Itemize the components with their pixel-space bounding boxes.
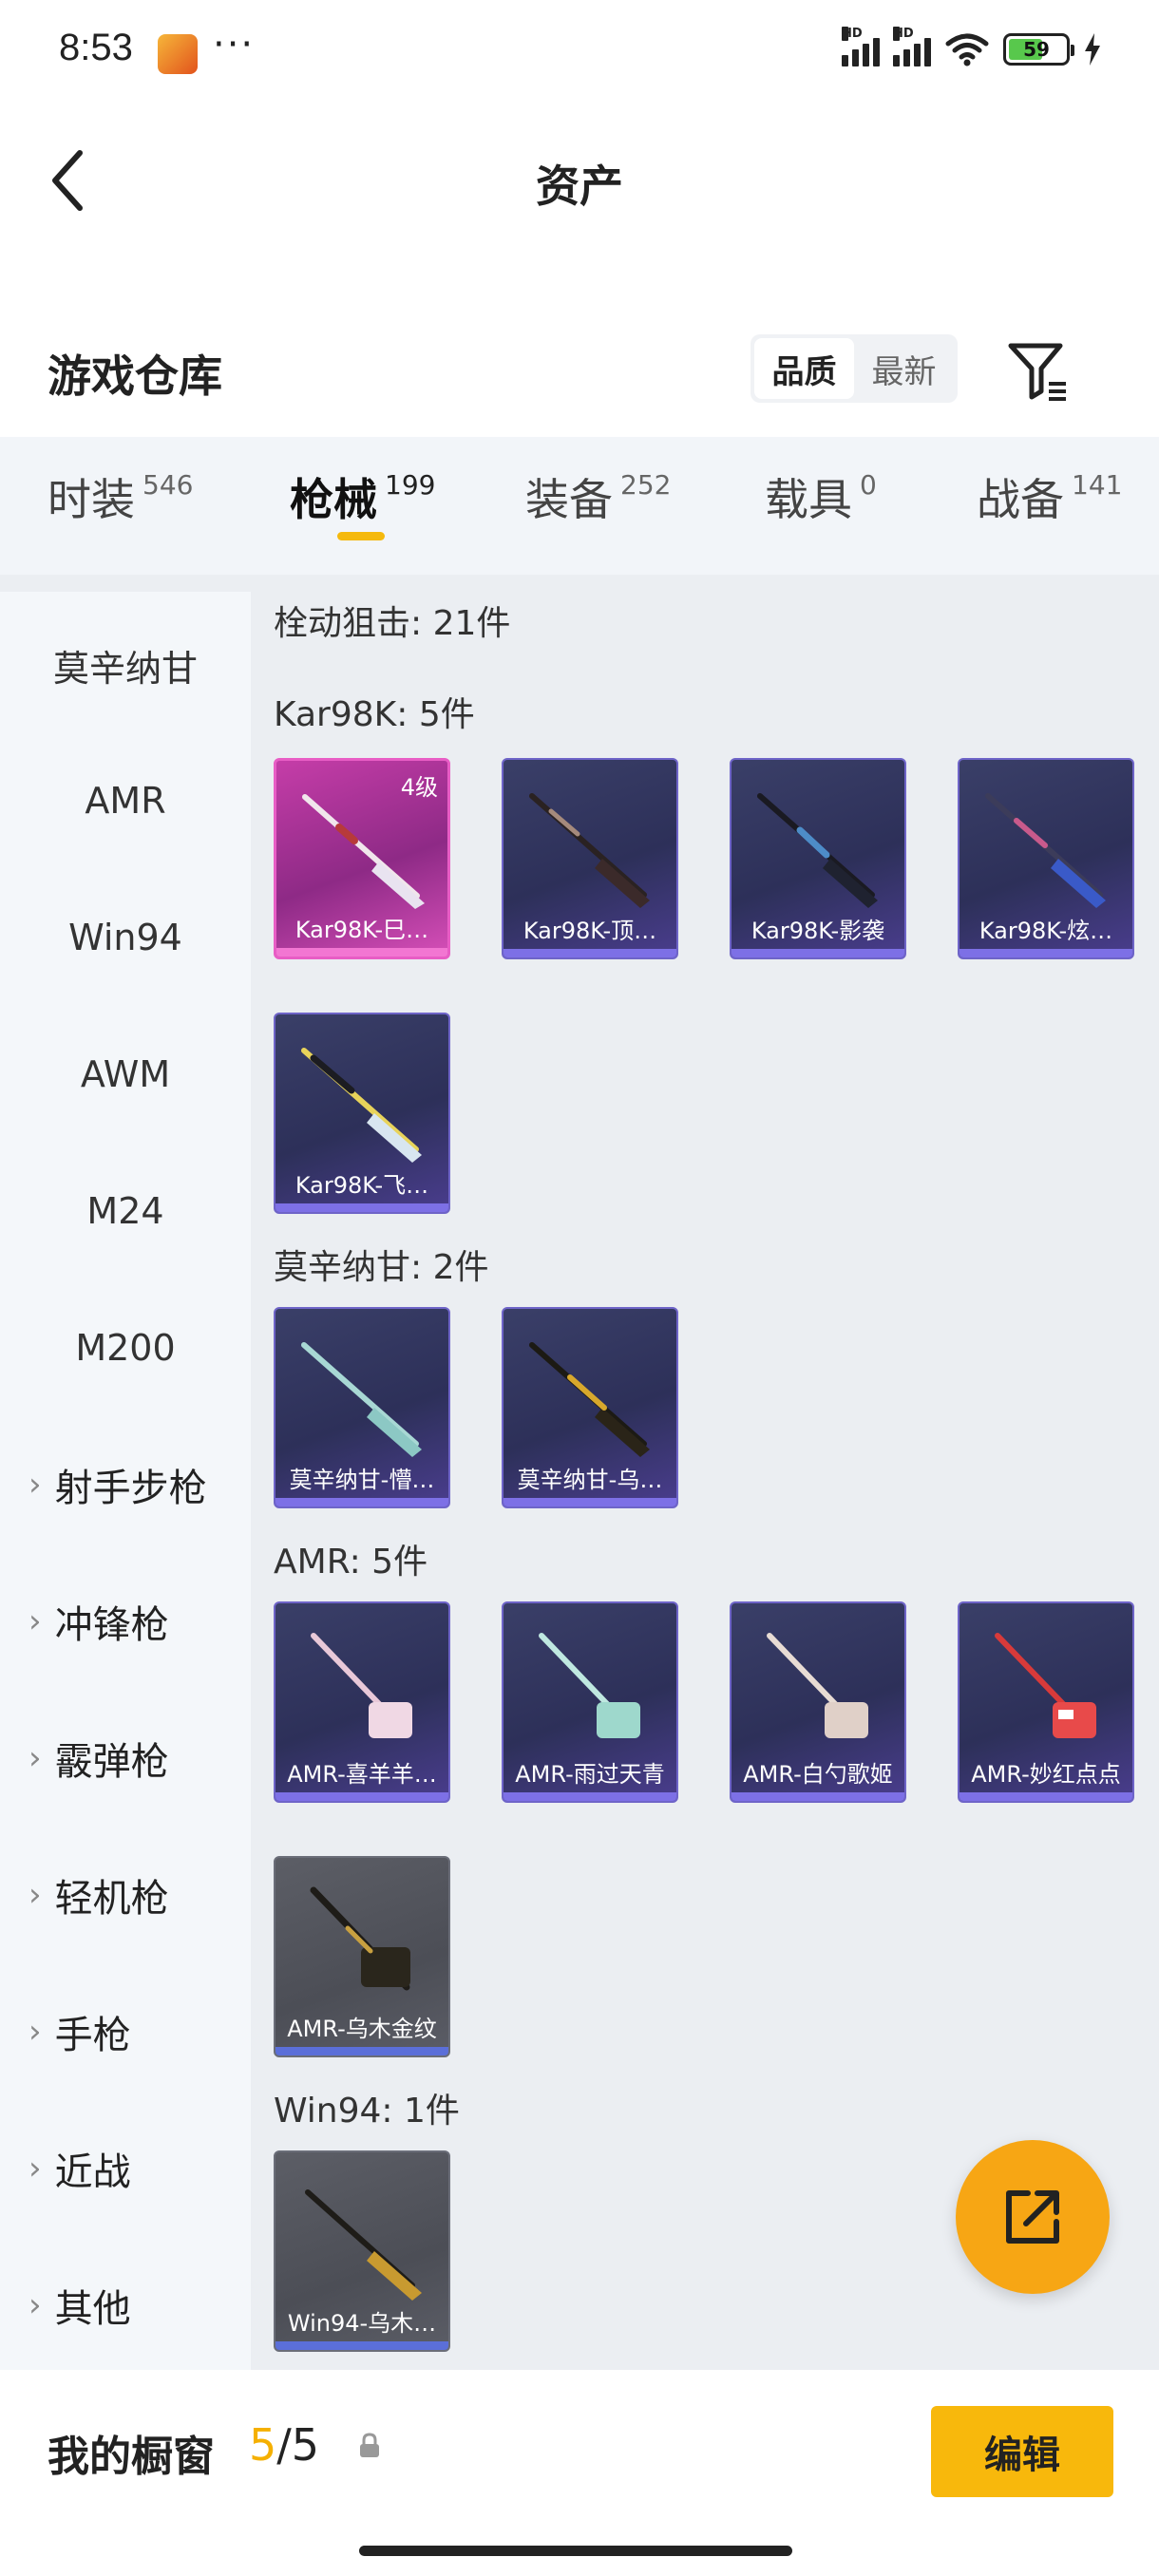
sidebar-group-dmr[interactable]: › 射手步枪 bbox=[0, 1456, 251, 1513]
filter-button[interactable] bbox=[1005, 338, 1072, 405]
app-notification-icon bbox=[158, 34, 198, 74]
section-title: 莫辛纳甘: 2件 bbox=[274, 1248, 489, 1287]
sidebar-item-win94[interactable]: Win94 bbox=[0, 909, 251, 966]
item-name: 莫辛纳甘-懵… bbox=[289, 1467, 435, 1493]
tab-fashion[interactable]: 时装 546 bbox=[48, 465, 193, 528]
chevron-right-icon: › bbox=[28, 1739, 42, 1777]
rifle-icon bbox=[767, 1633, 868, 1738]
chevron-right-icon: › bbox=[28, 1876, 42, 1914]
sidebar-group-shotgun[interactable]: › 霰弹枪 bbox=[0, 1730, 251, 1787]
item-name: Kar98K-飞… bbox=[294, 1172, 429, 1199]
chevron-right-icon: › bbox=[28, 2013, 42, 2051]
sort-toggle: 品质 最新 bbox=[750, 334, 958, 403]
chevron-right-icon: › bbox=[28, 2286, 42, 2324]
edit-button[interactable]: 编辑 bbox=[931, 2406, 1113, 2497]
section-title: Win94: 1件 bbox=[274, 2092, 460, 2131]
section-title: AMR: 5件 bbox=[274, 1543, 428, 1582]
item-card[interactable]: AMR-妙红点点 bbox=[958, 1601, 1134, 1803]
rifle-icon bbox=[985, 793, 1106, 908]
sort-by-newest-button[interactable]: 最新 bbox=[854, 338, 954, 399]
more-notifications-icon: ··· bbox=[213, 23, 256, 66]
home-indicator[interactable] bbox=[359, 2546, 792, 2556]
chevron-right-icon: › bbox=[28, 1466, 42, 1504]
wifi-icon bbox=[945, 33, 989, 66]
tab-supplies[interactable]: 战备 141 bbox=[977, 465, 1122, 528]
lock-icon bbox=[360, 2433, 379, 2457]
item-name: AMR-白勺歌姬 bbox=[743, 1761, 893, 1788]
tab-vehicles[interactable]: 载具 0 bbox=[765, 465, 877, 528]
sidebar-group-pistol[interactable]: › 手枪 bbox=[0, 2003, 251, 2060]
item-card[interactable]: AMR-白勺歌姬 bbox=[730, 1601, 906, 1803]
battery-icon: 59 bbox=[1003, 33, 1074, 66]
tab-guns[interactable]: 枪械 199 bbox=[290, 465, 435, 540]
item-name: Win94-乌木… bbox=[287, 2310, 437, 2337]
sidebar-group-lmg[interactable]: › 轻机枪 bbox=[0, 1866, 251, 1923]
item-name: AMR-喜羊羊… bbox=[287, 1761, 437, 1788]
sidebar-group-smg[interactable]: › 冲锋枪 bbox=[0, 1593, 251, 1650]
sidebar-item-amr[interactable]: AMR bbox=[0, 772, 251, 829]
rifle-icon bbox=[529, 793, 650, 908]
item-grid: 栓动狙击: 21件 Kar98K: 5件 4级 Kar98K-巳… Kar98K… bbox=[274, 575, 1159, 2370]
rifle-icon bbox=[529, 1342, 650, 1457]
item-card[interactable]: AMR-雨过天青 bbox=[502, 1601, 678, 1803]
item-card[interactable]: 莫辛纳甘-乌… bbox=[502, 1307, 678, 1508]
rifle-icon bbox=[311, 1633, 412, 1738]
warehouse-title: 游戏仓库 bbox=[48, 350, 222, 402]
rifle-icon bbox=[757, 793, 878, 908]
filter-icon bbox=[1008, 343, 1066, 401]
rifle-icon bbox=[302, 794, 425, 909]
rifle-icon bbox=[539, 1633, 640, 1738]
share-icon bbox=[1006, 2190, 1059, 2244]
sidebar-item-awm[interactable]: AWM bbox=[0, 1046, 251, 1103]
active-tab-indicator bbox=[337, 532, 385, 540]
item-card[interactable]: 4级 Kar98K-巳… bbox=[274, 758, 450, 959]
item-name: Kar98K-影袭 bbox=[750, 918, 885, 944]
showcase-label: 我的橱窗 bbox=[48, 2433, 215, 2481]
status-time: 8:53 bbox=[59, 27, 133, 68]
item-name: Kar98K-炫… bbox=[978, 918, 1113, 944]
chevron-right-icon: › bbox=[28, 2150, 42, 2188]
sidebar-group-other[interactable]: › 其他 bbox=[0, 2277, 251, 2334]
main-area: 莫辛纳甘 AMR Win94 AWM M24 M200 › 射手步枪 › 冲锋枪 ›… bbox=[0, 575, 1159, 2370]
signal-icon: HD bbox=[842, 27, 880, 66]
item-name: Kar98K-巳… bbox=[294, 917, 429, 943]
share-button[interactable] bbox=[956, 2140, 1110, 2294]
charging-icon bbox=[1085, 33, 1100, 66]
nav-bar: 资产 bbox=[0, 104, 1159, 247]
item-name: AMR-雨过天青 bbox=[515, 1761, 665, 1788]
sidebar-item-mosin[interactable]: 莫辛纳甘 bbox=[0, 636, 251, 693]
showcase-count: 5/5 bbox=[249, 2419, 320, 2471]
item-name: AMR-妙红点点 bbox=[971, 1761, 1121, 1788]
item-card[interactable]: AMR-乌木金纹 bbox=[274, 1856, 450, 2057]
rifle-icon bbox=[310, 1886, 410, 1991]
item-card[interactable]: Kar98K-飞… bbox=[274, 1013, 450, 1214]
item-card[interactable]: Kar98K-炫… bbox=[958, 758, 1134, 959]
item-card[interactable]: Kar98K-顶… bbox=[502, 758, 678, 959]
page-title: 资产 bbox=[536, 161, 623, 212]
item-card[interactable]: Win94-乌木… bbox=[274, 2150, 450, 2352]
sidebar-item-m200[interactable]: M200 bbox=[0, 1319, 251, 1376]
category-tabs: 时装 546 枪械 199 装备 252 载具 0 战备 141 bbox=[0, 437, 1159, 575]
section-title: Kar98K: 5件 bbox=[274, 695, 475, 734]
warehouse-header: 游戏仓库 品质 最新 bbox=[0, 313, 1159, 437]
item-card[interactable]: 莫辛纳甘-懵… bbox=[274, 1307, 450, 1508]
rifle-icon bbox=[995, 1633, 1096, 1738]
signal-icon-2: HD bbox=[893, 27, 931, 66]
rifle-icon bbox=[305, 2189, 422, 2301]
item-card[interactable]: AMR-喜羊羊… bbox=[274, 1601, 450, 1803]
category-summary: 栓动狙击: 21件 bbox=[274, 604, 511, 643]
sort-by-quality-button[interactable]: 品质 bbox=[754, 338, 854, 399]
rifle-icon bbox=[301, 1048, 422, 1163]
status-bar: 8:53 ··· HD HD 59 bbox=[0, 0, 1159, 104]
item-card[interactable]: Kar98K-影袭 bbox=[730, 758, 906, 959]
item-name: Kar98K-顶… bbox=[522, 918, 657, 944]
sidebar-group-melee[interactable]: › 近战 bbox=[0, 2140, 251, 2197]
item-name: 莫辛纳甘-乌… bbox=[517, 1467, 663, 1493]
chevron-right-icon: › bbox=[28, 1602, 42, 1640]
sidebar: 莫辛纳甘 AMR Win94 AWM M24 M200 › 射手步枪 › 冲锋枪 ›… bbox=[0, 592, 251, 2370]
item-name: AMR-乌木金纹 bbox=[287, 2016, 437, 2042]
tab-equipment[interactable]: 装备 252 bbox=[525, 465, 671, 528]
rifle-icon bbox=[301, 1342, 422, 1457]
sidebar-item-m24[interactable]: M24 bbox=[0, 1183, 251, 1240]
